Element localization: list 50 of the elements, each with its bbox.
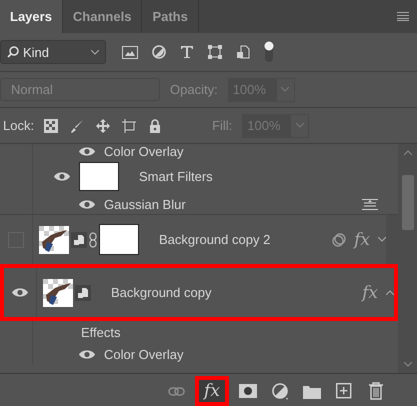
lock-icon[interactable] (148, 118, 162, 132)
eye-icon[interactable] (11, 287, 29, 298)
trash-icon (368, 382, 384, 400)
filter-kind-dropdown[interactable]: Kind (0, 40, 106, 64)
scroll-up-icon[interactable] (404, 150, 412, 155)
eye-icon[interactable] (78, 198, 96, 210)
folder-icon (303, 384, 321, 398)
menu-icon[interactable] (397, 12, 409, 21)
shape-icon[interactable] (208, 45, 222, 59)
fx-button[interactable]: fx (195, 376, 229, 406)
document-icon[interactable] (236, 45, 250, 59)
fx-icon: fx (362, 282, 378, 302)
search-icon (7, 46, 19, 58)
eye-icon[interactable] (53, 171, 71, 182)
effect-name: Color Overlay (104, 346, 184, 362)
smart-object-icon (71, 232, 87, 248)
image-filter-icon[interactable] (122, 46, 138, 58)
fill-label: Fill: (212, 118, 232, 133)
layer-name[interactable]: Background copy 2 (147, 232, 324, 247)
effect-name: Color Overlay (104, 144, 184, 159)
mask-icon (239, 384, 257, 398)
half-circle-icon[interactable] (152, 45, 166, 59)
blending-options-icon[interactable] (362, 198, 378, 210)
layer-name[interactable]: Background copy (99, 285, 354, 300)
scrollbar[interactable] (398, 144, 417, 373)
caret-icon (91, 50, 99, 54)
new-layer-icon (336, 383, 352, 399)
move-icon[interactable] (96, 118, 110, 132)
smart-object-icon (75, 284, 91, 300)
effects-label: Effects (81, 324, 121, 340)
lock-label: Lock: (2, 118, 34, 133)
half-circle-icon (272, 382, 288, 400)
effect-name: Gaussian Blur (104, 196, 186, 212)
checkerboard-icon[interactable] (44, 118, 58, 132)
layer-name: Smart Filters (138, 169, 214, 184)
chevron-icon[interactable] (378, 237, 386, 242)
link-icon (168, 384, 184, 398)
eye-icon[interactable] (78, 146, 96, 157)
fx-icon: fx (354, 230, 370, 250)
opacity-label: Opacity: (170, 82, 218, 97)
eye-icon[interactable] (78, 348, 96, 360)
type-icon[interactable] (180, 45, 194, 59)
brush-icon[interactable] (70, 118, 84, 132)
panel-tab[interactable]: Layers (0, 0, 63, 33)
artboard-icon[interactable] (122, 118, 136, 132)
scrollbar-thumb[interactable] (402, 175, 414, 230)
filter-toggle[interactable] (264, 41, 274, 63)
chevron-icon[interactable] (386, 290, 394, 295)
scroll-down-icon[interactable] (404, 362, 412, 367)
filter-mask-thumbnail (79, 162, 119, 191)
